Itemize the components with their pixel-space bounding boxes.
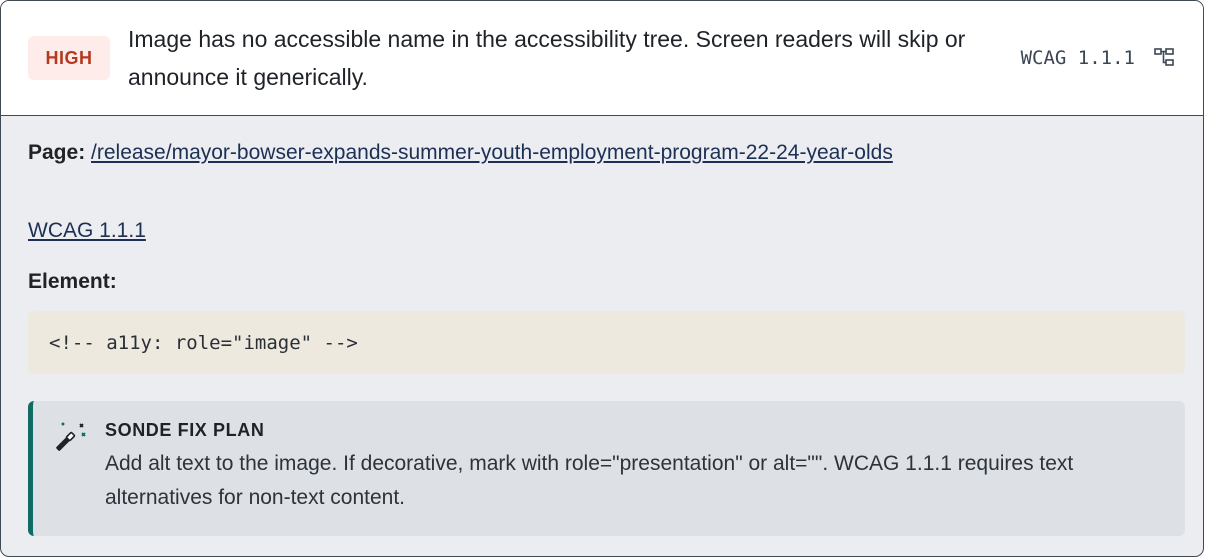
fix-plan-text: Add alt text to the image. If decorative… bbox=[105, 452, 1074, 509]
issue-message: Image has no accessible name in the acce… bbox=[128, 26, 966, 90]
element-code-block: <!-- a11y: role="image" --> bbox=[28, 311, 1185, 374]
fix-plan-title: SONDE FIX PLAN bbox=[105, 420, 265, 440]
wcag-row: WCAG 1.1.1 bbox=[28, 216, 1181, 246]
element-label: Element: bbox=[28, 270, 117, 293]
tree-structure-icon[interactable] bbox=[1153, 47, 1175, 69]
fix-plan-callout: SONDE FIX PLAN Add alt text to the image… bbox=[28, 401, 1185, 536]
issue-summary[interactable]: HIGH Image has no accessible name in the… bbox=[1, 1, 1203, 116]
severity-badge: HIGH bbox=[28, 36, 110, 80]
issue-details: Page: /release/mayor-bowser-expands-summ… bbox=[1, 138, 1203, 536]
page-row: Page: /release/mayor-bowser-expands-summ… bbox=[28, 138, 1181, 168]
wcag-criterion-code: WCAG 1.1.1 bbox=[1020, 47, 1135, 69]
page-label: Page: bbox=[28, 141, 86, 164]
page-link[interactable]: /release/mayor-bowser-expands-summer-you… bbox=[91, 141, 893, 164]
wcag-link[interactable]: WCAG 1.1.1 bbox=[28, 219, 146, 242]
magic-wand-icon bbox=[55, 421, 89, 455]
issue-card: HIGH Image has no accessible name in the… bbox=[0, 0, 1204, 557]
summary-meta: WCAG 1.1.1 bbox=[1021, 47, 1175, 69]
